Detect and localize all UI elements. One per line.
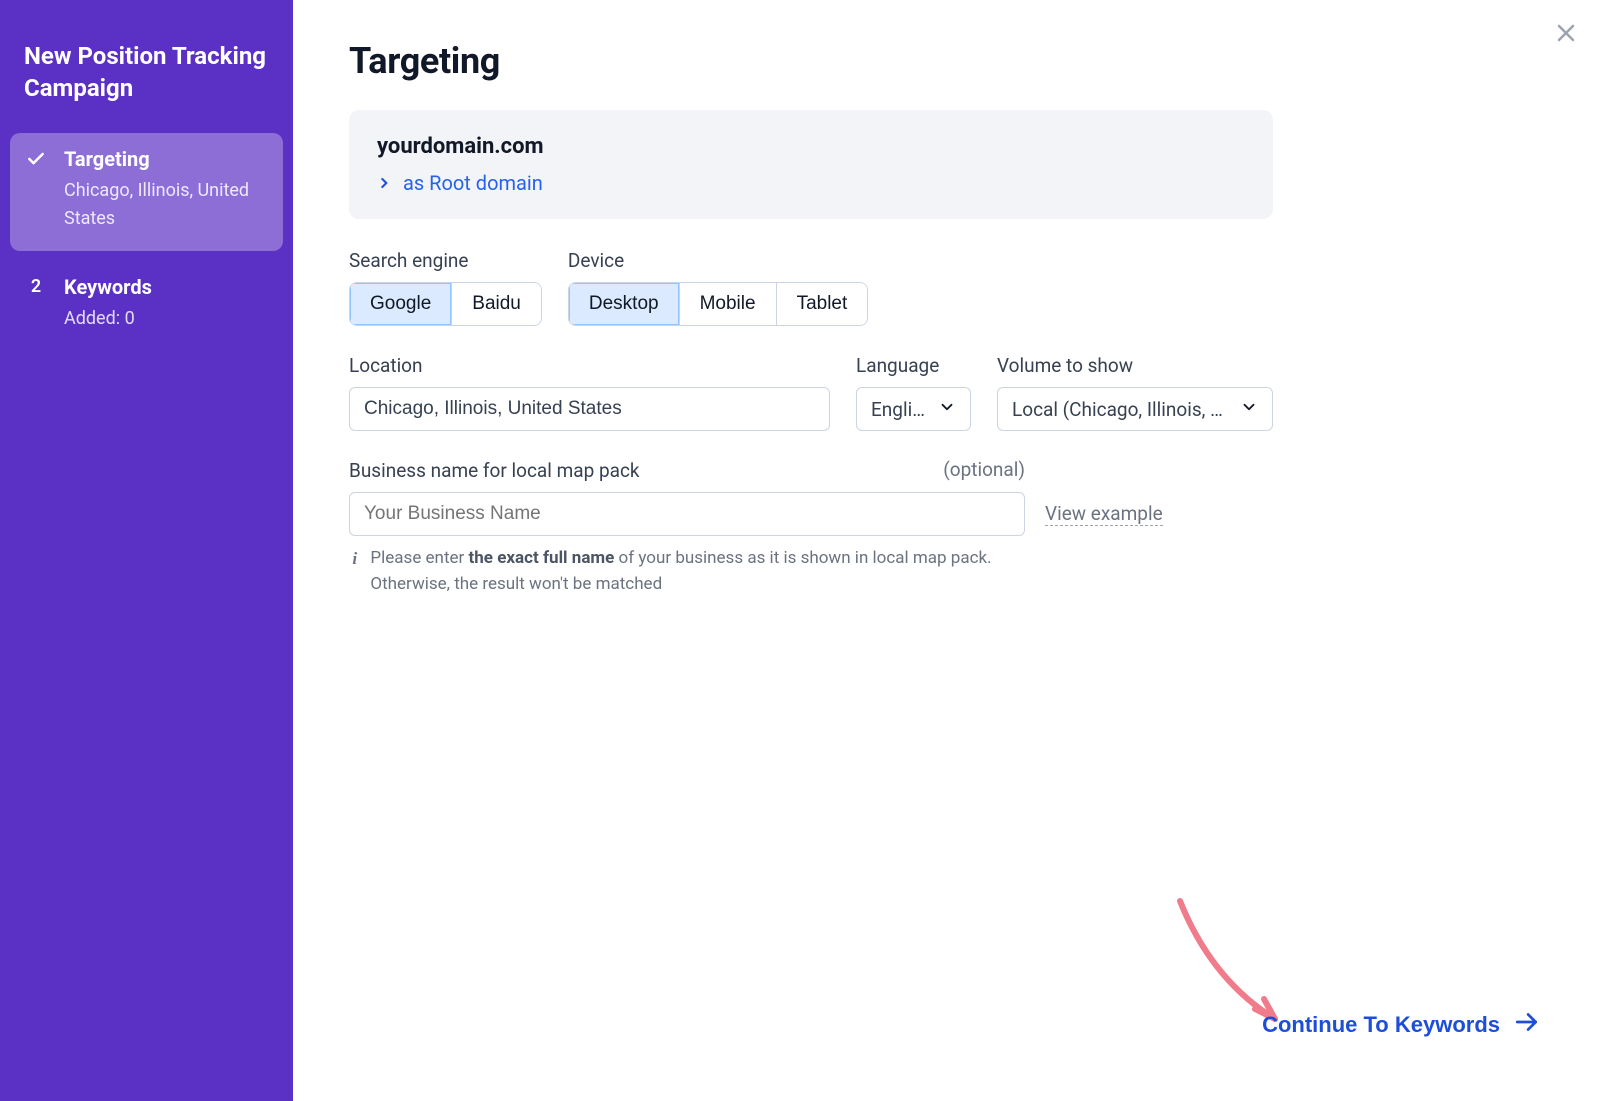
business-name-input-text[interactable] [364, 503, 1010, 525]
helper-text-content: Please enter the exact full name of your… [370, 546, 1025, 597]
close-button[interactable] [1548, 16, 1584, 52]
business-name-input[interactable] [349, 492, 1025, 536]
field-label: Location [349, 354, 830, 377]
device-group: Desktop Mobile Tablet [568, 282, 868, 326]
step-subtext: Chicago, Illinois, United States [64, 177, 269, 233]
main-panel: Targeting yourdomain.com as Root domain … [293, 0, 1600, 1101]
language-value: English [871, 398, 928, 421]
continue-label: Continue To Keywords [1262, 1012, 1500, 1038]
chevron-down-icon [1240, 398, 1258, 421]
volume-value: Local (Chicago, Illinois, … [1012, 398, 1223, 421]
search-engine-field: Search engine Google Baidu [349, 249, 542, 326]
view-example-link[interactable]: View example [1045, 502, 1163, 526]
field-label: Language [856, 354, 971, 377]
domain-type-text: as Root domain [403, 171, 543, 195]
location-input[interactable] [349, 387, 830, 431]
language-field: Language English [856, 354, 971, 431]
step-keywords[interactable]: 2 Keywords Added: 0 [10, 261, 283, 351]
field-label: Search engine [349, 249, 542, 272]
device-option-tablet[interactable]: Tablet [777, 283, 868, 325]
device-field: Device Desktop Mobile Tablet [568, 249, 868, 326]
step-label: Targeting [64, 147, 150, 171]
info-icon: i [349, 546, 360, 597]
domain-name: yourdomain.com [377, 134, 1245, 159]
volume-field: Volume to show Local (Chicago, Illinois,… [997, 354, 1273, 431]
helper-text: i Please enter the exact full name of yo… [349, 546, 1025, 597]
form-grid: Search engine Google Baidu Device Deskto… [349, 249, 1273, 597]
location-input-text[interactable] [364, 398, 815, 420]
domain-card: yourdomain.com as Root domain [349, 110, 1273, 219]
continue-to-keywords-button[interactable]: Continue To Keywords [1262, 1009, 1540, 1041]
step-targeting[interactable]: Targeting Chicago, Illinois, United Stat… [10, 133, 283, 251]
optional-label: (optional) [943, 458, 1025, 481]
close-icon [1554, 21, 1578, 48]
device-option-mobile[interactable]: Mobile [680, 283, 777, 325]
field-label: Volume to show [997, 354, 1273, 377]
location-field: Location [349, 354, 830, 431]
page-title: Targeting [349, 40, 1540, 82]
chevron-down-icon [938, 398, 956, 421]
step-number: 2 [24, 276, 48, 297]
language-select[interactable]: English [856, 387, 971, 431]
wizard-sidebar: New Position Tracking Campaign Targeting… [0, 0, 293, 1101]
volume-select[interactable]: Local (Chicago, Illinois, … [997, 387, 1273, 431]
search-engine-option-baidu[interactable]: Baidu [452, 283, 541, 325]
chevron-right-icon [377, 171, 391, 195]
business-name-label: Business name for local map pack [349, 459, 640, 482]
step-subtext: Added: 0 [64, 305, 269, 333]
arrow-right-icon [1514, 1009, 1540, 1041]
search-engine-option-google[interactable]: Google [350, 283, 452, 325]
search-engine-group: Google Baidu [349, 282, 542, 326]
step-label: Keywords [64, 275, 152, 299]
sidebar-title: New Position Tracking Campaign [10, 40, 283, 133]
device-option-desktop[interactable]: Desktop [569, 283, 680, 325]
domain-type-link[interactable]: as Root domain [377, 171, 543, 195]
check-icon [24, 149, 48, 169]
field-label: Device [568, 249, 868, 272]
app-root: New Position Tracking Campaign Targeting… [0, 0, 1600, 1101]
